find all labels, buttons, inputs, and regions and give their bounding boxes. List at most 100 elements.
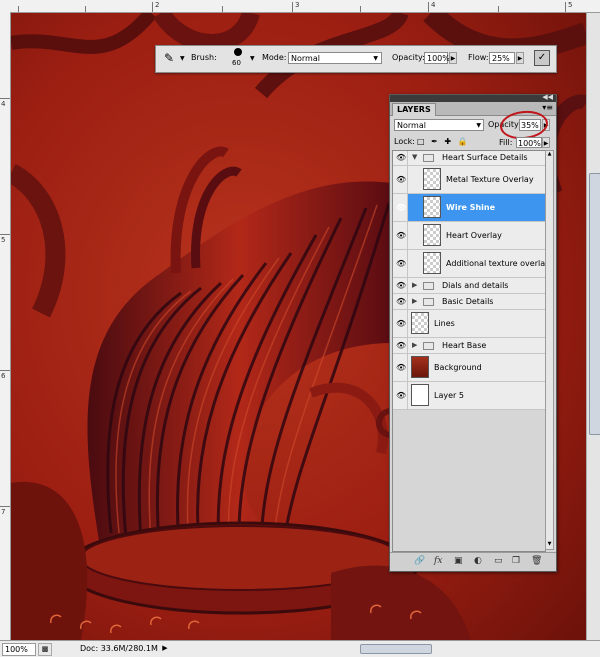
layer-row[interactable]: 👁 Layer 5 bbox=[393, 382, 545, 410]
visibility-toggle[interactable]: 👁 bbox=[393, 222, 408, 249]
status-menu-arrow-icon[interactable]: ▶ bbox=[160, 642, 170, 654]
brush-picker-chevron-icon[interactable]: ▼ bbox=[250, 55, 255, 62]
layer-name: Dials and details bbox=[442, 280, 509, 290]
layer-row[interactable]: 👁 Additional texture overlay bbox=[393, 250, 545, 278]
brush-tool-icon[interactable]: ✎ bbox=[164, 51, 174, 65]
fill-slider-arrow-icon[interactable]: ▶ bbox=[542, 137, 550, 148]
layers-list: 👁 ▼ Heart Surface Details 👁 Metal Textur… bbox=[392, 150, 546, 552]
chevron-down-icon[interactable]: ▼ bbox=[180, 55, 185, 62]
chevron-down-icon[interactable]: ▼ bbox=[412, 153, 417, 161]
visibility-toggle[interactable]: 👁 bbox=[393, 338, 408, 353]
link-icon[interactable]: 🔗 bbox=[414, 556, 425, 566]
ruler-label: 5 bbox=[1, 236, 6, 244]
layer-row[interactable]: 👁 Lines bbox=[393, 310, 545, 338]
eye-icon: 👁 bbox=[396, 362, 407, 372]
visibility-toggle[interactable]: 👁 bbox=[393, 354, 408, 381]
eye-icon: 👁 bbox=[396, 230, 407, 240]
eye-icon: 👁 bbox=[396, 318, 407, 328]
fill-label: Fill: bbox=[499, 138, 513, 147]
mode-label: Mode: bbox=[262, 53, 287, 62]
trash-icon[interactable]: 🗑 bbox=[531, 556, 542, 566]
eye-icon: 👁 bbox=[396, 390, 407, 400]
layer-group-row[interactable]: 👁 ▶ Dials and details bbox=[393, 278, 545, 294]
visibility-toggle[interactable]: 👁 bbox=[393, 166, 408, 193]
layer-group-row[interactable]: 👁 ▶ Heart Base bbox=[393, 338, 545, 354]
visibility-toggle[interactable]: 👁 bbox=[393, 151, 408, 165]
ruler-label: 6 bbox=[1, 372, 6, 380]
chevron-right-icon[interactable]: ▶ bbox=[412, 341, 417, 349]
mask-icon[interactable]: ▣ bbox=[454, 556, 463, 566]
scroll-thumb[interactable] bbox=[589, 173, 600, 435]
layer-row[interactable]: 👁 Background bbox=[393, 354, 545, 382]
visibility-toggle[interactable]: 👁 bbox=[393, 194, 408, 221]
horizontal-scroll-thumb[interactable] bbox=[360, 644, 432, 654]
layer-thumbnail bbox=[411, 384, 429, 406]
ruler-label: 7 bbox=[1, 508, 6, 516]
opacity-label: Opacity: bbox=[392, 53, 425, 62]
brush-label: Brush: bbox=[191, 53, 217, 62]
ruler-label: 5 bbox=[568, 1, 573, 9]
opacity-input[interactable]: 100% bbox=[424, 52, 450, 64]
adjustment-icon[interactable]: ◐ bbox=[474, 556, 482, 566]
visibility-toggle[interactable]: 👁 bbox=[393, 294, 408, 309]
eye-icon: 👁 bbox=[396, 174, 407, 184]
chevron-right-icon[interactable]: ▶ bbox=[412, 281, 417, 289]
panel-titlebar[interactable]: ◀◀ bbox=[390, 93, 556, 102]
layer-thumbnail bbox=[411, 312, 429, 334]
layer-thumbnail bbox=[423, 168, 441, 190]
layers-empty-area bbox=[393, 410, 545, 551]
flow-input[interactable]: 25% bbox=[489, 52, 515, 64]
layer-row[interactable]: 👁 Metal Texture Overlay bbox=[393, 166, 545, 194]
ruler-top: 2 3 4 5 bbox=[0, 0, 600, 13]
folder-icon bbox=[423, 341, 434, 350]
opacity-slider-arrow-icon[interactable]: ▶ bbox=[449, 52, 457, 64]
new-layer-icon[interactable]: ❐ bbox=[512, 556, 520, 566]
visibility-toggle[interactable]: 👁 bbox=[393, 310, 408, 337]
layer-name: Heart Overlay bbox=[446, 230, 502, 240]
layer-thumbnail bbox=[423, 224, 441, 246]
chevron-right-icon[interactable]: ▶ bbox=[412, 297, 417, 305]
airbrush-icon[interactable]: ✓ bbox=[534, 50, 550, 66]
blend-mode-select[interactable]: Normal ▼ bbox=[394, 119, 484, 131]
brush-tip-icon[interactable] bbox=[234, 48, 242, 56]
vertical-scrollbar[interactable] bbox=[586, 13, 600, 640]
layer-name: Metal Texture Overlay bbox=[446, 174, 534, 184]
ruler-label: 2 bbox=[155, 1, 160, 9]
layer-name: Layer 5 bbox=[434, 390, 464, 400]
mode-select[interactable]: Normal ▼ bbox=[288, 52, 382, 64]
zoom-input[interactable]: 100% bbox=[2, 643, 36, 656]
layer-group-row[interactable]: 👁 ▼ Heart Surface Details bbox=[393, 151, 545, 166]
brush-size-label: 60 bbox=[232, 59, 241, 67]
layers-scrollbar[interactable]: ▲ ▼ bbox=[545, 150, 554, 550]
status-icon[interactable]: ▩ bbox=[38, 643, 52, 656]
layer-row-selected[interactable]: 👁 Wire Shine bbox=[393, 194, 545, 222]
collapse-icon[interactable]: ◀◀ bbox=[542, 93, 553, 101]
fx-icon[interactable]: fx bbox=[434, 556, 442, 566]
chevron-down-icon: ▼ bbox=[373, 55, 378, 62]
scroll-up-icon[interactable]: ▲ bbox=[546, 151, 553, 159]
layer-thumbnail bbox=[411, 356, 429, 378]
layers-panel: ◀◀ LAYERS ▾≡ Normal ▼ Opacity: 35% ▶ Lock… bbox=[389, 93, 557, 572]
new-group-icon[interactable]: ▭ bbox=[494, 556, 503, 566]
layers-panel-footer: 🔗 fx ▣ ◐ ▭ ❐ 🗑 bbox=[390, 552, 556, 571]
flow-slider-arrow-icon[interactable]: ▶ bbox=[516, 52, 524, 64]
fill-input[interactable]: 100% bbox=[516, 137, 542, 148]
ruler-label: 3 bbox=[295, 1, 300, 9]
visibility-toggle[interactable]: 👁 bbox=[393, 382, 408, 409]
ruler-left: 4 5 6 7 bbox=[0, 12, 11, 640]
eye-icon: 👁 bbox=[396, 258, 407, 268]
lock-icons[interactable]: □ ✒ ✚ 🔒 bbox=[417, 137, 470, 146]
chevron-down-icon: ▼ bbox=[476, 122, 481, 129]
panel-menu-icon[interactable]: ▾≡ bbox=[542, 103, 553, 112]
doc-size-readout: Doc: 33.6M/280.1M bbox=[80, 644, 158, 653]
lock-label: Lock: bbox=[394, 137, 415, 146]
layer-group-row[interactable]: 👁 ▶ Basic Details bbox=[393, 294, 545, 310]
ruler-label: 4 bbox=[431, 1, 436, 9]
tab-layers[interactable]: LAYERS bbox=[392, 103, 436, 116]
tool-options-bar: ✎ ▼ Brush: 60 ▼ Mode: Normal ▼ Opacity: 1… bbox=[155, 45, 557, 73]
visibility-toggle[interactable]: 👁 bbox=[393, 250, 408, 277]
scroll-down-icon[interactable]: ▼ bbox=[546, 541, 553, 549]
layer-name: Basic Details bbox=[442, 296, 494, 306]
layer-row[interactable]: 👁 Heart Overlay bbox=[393, 222, 545, 250]
visibility-toggle[interactable]: 👁 bbox=[393, 278, 408, 293]
